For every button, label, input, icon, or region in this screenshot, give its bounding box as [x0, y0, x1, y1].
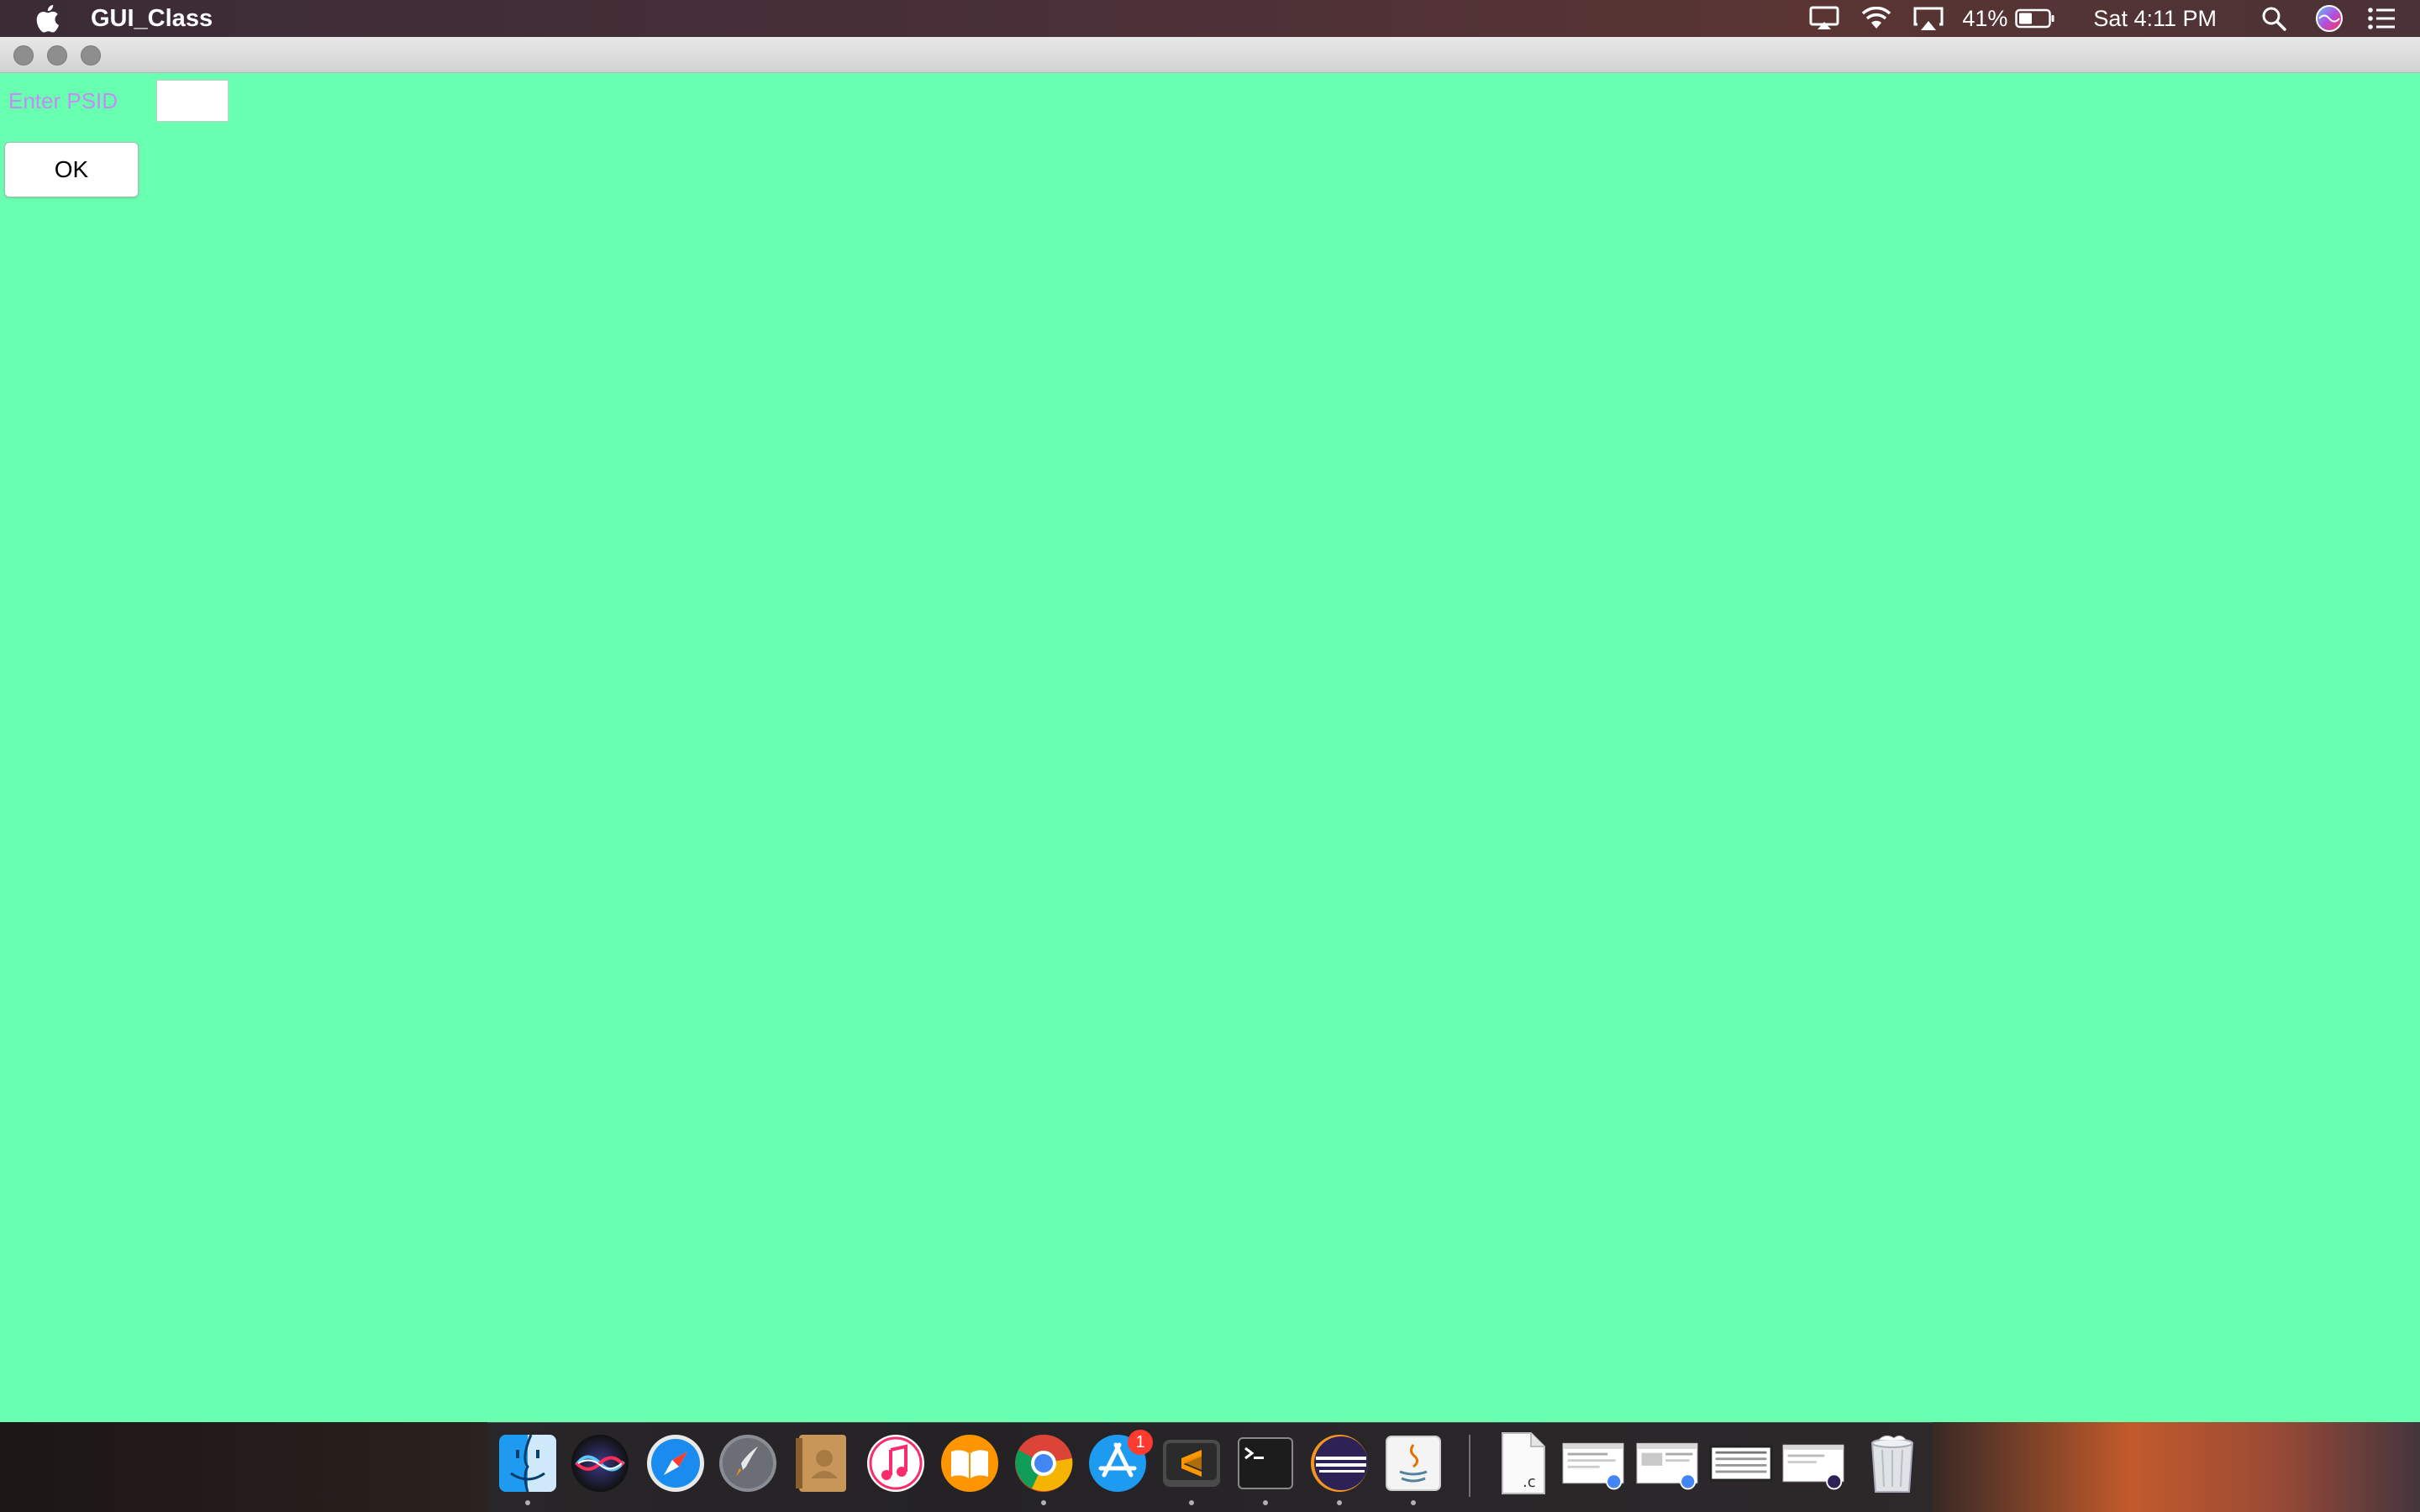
dock-running-indicator	[525, 1500, 530, 1505]
spotlight-search-icon[interactable]	[2257, 0, 2291, 37]
svg-text:.c: .c	[1523, 1473, 1536, 1491]
chrome-icon[interactable]	[1012, 1431, 1076, 1495]
eclipse-window-thumbnail[interactable]	[1781, 1431, 1845, 1495]
ok-button[interactable]: OK	[4, 142, 139, 197]
contacts-icon[interactable]	[790, 1431, 854, 1495]
trash-icon[interactable]	[1860, 1431, 1924, 1495]
dock-running-indicator	[1337, 1500, 1342, 1505]
terminal-icon[interactable]	[1234, 1431, 1297, 1495]
menu-bar: GUI_Class 41% Sat 4:11 PM	[0, 0, 2420, 37]
eclipse-icon[interactable]	[1307, 1431, 1371, 1495]
c-file-icon[interactable]: .c	[1491, 1431, 1555, 1495]
ibooks-icon[interactable]	[938, 1431, 1002, 1495]
notification-center-icon[interactable]	[2365, 0, 2398, 37]
battery-icon[interactable]	[2014, 0, 2056, 37]
app-store-badge: 1	[1128, 1430, 1153, 1455]
app-name-menu[interactable]: GUI_Class	[91, 5, 213, 33]
siri-dock-icon[interactable]	[568, 1431, 632, 1495]
sublime-text-icon[interactable]	[1160, 1431, 1223, 1495]
window-titlebar[interactable]	[0, 37, 2420, 73]
psid-input[interactable]	[156, 80, 229, 122]
airplay-display-icon[interactable]	[1806, 0, 1843, 37]
itunes-icon[interactable]	[864, 1431, 928, 1495]
wifi-icon[interactable]	[1858, 0, 1895, 37]
window-content: Enter PSID OK	[0, 73, 2420, 1422]
zoom-window-button[interactable]	[81, 45, 101, 66]
siri-icon[interactable]	[2312, 0, 2346, 37]
close-window-button[interactable]	[13, 45, 34, 66]
apple-icon[interactable]	[34, 4, 60, 33]
dock-running-indicator	[1189, 1500, 1194, 1505]
dock-separator	[1469, 1435, 1470, 1497]
spreadsheet-thumbnail[interactable]	[1709, 1431, 1773, 1495]
chrome-window-thumbnail-2[interactable]	[1635, 1431, 1699, 1495]
finder-icon[interactable]	[496, 1431, 560, 1495]
dock-running-indicator	[1041, 1500, 1046, 1505]
safari-icon[interactable]	[644, 1431, 708, 1495]
dock-running-indicator	[1411, 1500, 1416, 1505]
chrome-window-thumbnail[interactable]	[1561, 1431, 1625, 1495]
minimize-window-button[interactable]	[47, 45, 67, 66]
menu-clock[interactable]: Sat 4:11 PM	[2093, 6, 2217, 32]
launchpad-icon[interactable]	[716, 1431, 780, 1495]
battery-percent[interactable]: 41%	[1962, 6, 2007, 32]
dock-running-indicator	[1263, 1500, 1268, 1505]
psid-label: Enter PSID	[8, 88, 118, 113]
java-icon[interactable]	[1381, 1431, 1445, 1495]
airplay-icon[interactable]	[1910, 0, 1947, 37]
